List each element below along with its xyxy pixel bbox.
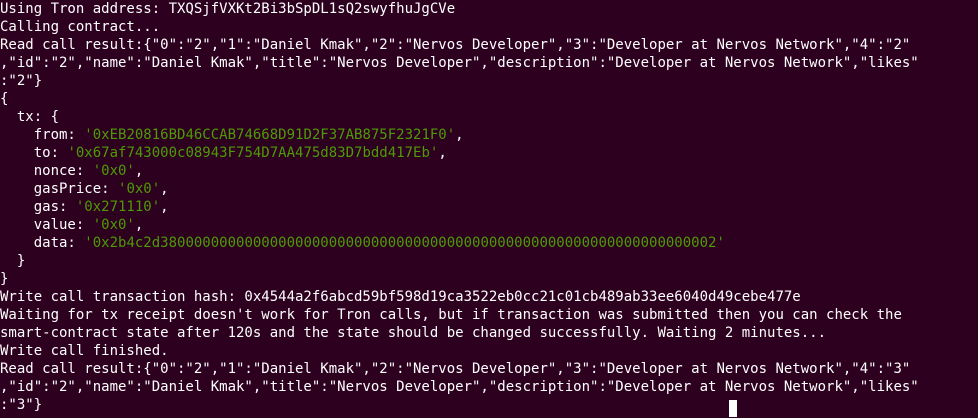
tx-field-value: '0x0' <box>92 163 135 179</box>
tx-field-gas: gas: '0x271110', <box>0 198 978 216</box>
terminal-line: smart-contract state after 120s and the … <box>0 325 827 341</box>
terminal-prompt-line[interactable] <box>0 400 978 418</box>
tx-field-data: data: '0x2b4c2d3800000000000000000000000… <box>0 234 978 252</box>
tx-field-value: '0x0' <box>118 181 161 197</box>
tx-field-gasprice: gasPrice: '0x0', <box>0 180 978 198</box>
tx-field-value: '0xEB20816BD46CCAB74668D91D2F37AB875F232… <box>84 127 456 143</box>
terminal-line: tx: { <box>0 109 60 125</box>
tx-field-key: gas: <box>0 199 76 215</box>
tx-field-key: to: <box>0 145 68 161</box>
tx-field-key: gasPrice: <box>0 181 119 197</box>
terminal-line: { <box>0 91 9 107</box>
tx-field-from: from: '0xEB20816BD46CCAB74668D91D2F37AB8… <box>0 126 978 144</box>
terminal-line: Waiting for tx receipt doesn't work for … <box>0 307 902 323</box>
tx-field-value: '0x0' <box>92 217 135 233</box>
terminal-line: :"2"} <box>0 73 43 89</box>
terminal-line: } <box>0 271 9 287</box>
tx-field-value: '0x2b4c2d3800000000000000000000000000000… <box>84 235 725 251</box>
tx-field-value-row: value: '0x0', <box>0 216 978 234</box>
tx-field-suffix: , <box>455 127 464 143</box>
tx-field-suffix: , <box>160 181 169 197</box>
terminal-line: ,"id":"2","name":"Daniel Kmak","title":"… <box>0 55 919 71</box>
tx-field-suffix: , <box>160 199 169 215</box>
terminal-line: Read call result:{"0":"2","1":"Daniel Km… <box>0 361 911 377</box>
terminal-line: Read call result:{"0":"2","1":"Daniel Km… <box>0 37 911 53</box>
tx-field-to: to: '0x67af743000c08943F754D7AA475d83D7b… <box>0 144 978 162</box>
tx-field-nonce: nonce: '0x0', <box>0 162 978 180</box>
tx-field-key: data: <box>0 235 85 251</box>
terminal-line: } <box>0 253 26 269</box>
terminal-line: Using Tron address: TXQSjfVXKt2Bi3bSpDL1… <box>0 1 456 17</box>
tx-field-value: '0x271110' <box>75 199 161 215</box>
text-cursor <box>729 400 737 417</box>
terminal-line: Write call finished. <box>0 343 169 359</box>
terminal-window[interactable]: Using Tron address: TXQSjfVXKt2Bi3bSpDL1… <box>0 0 978 418</box>
tx-field-suffix: , <box>134 217 144 233</box>
tx-field-suffix: , <box>438 145 447 161</box>
tx-field-value: '0x67af743000c08943F754D7AA475d83D7bdd41… <box>67 145 439 161</box>
tx-field-key: value: <box>0 217 93 233</box>
terminal-line: Write call transaction hash: 0x4544a2f6a… <box>0 289 801 305</box>
terminal-line: Calling contract... <box>0 19 161 35</box>
tx-field-suffix: , <box>134 163 144 179</box>
terminal-line: ,"id":"2","name":"Daniel Kmak","title":"… <box>0 379 919 395</box>
tx-field-key: from: <box>0 127 85 143</box>
tx-field-key: nonce: <box>0 163 93 179</box>
